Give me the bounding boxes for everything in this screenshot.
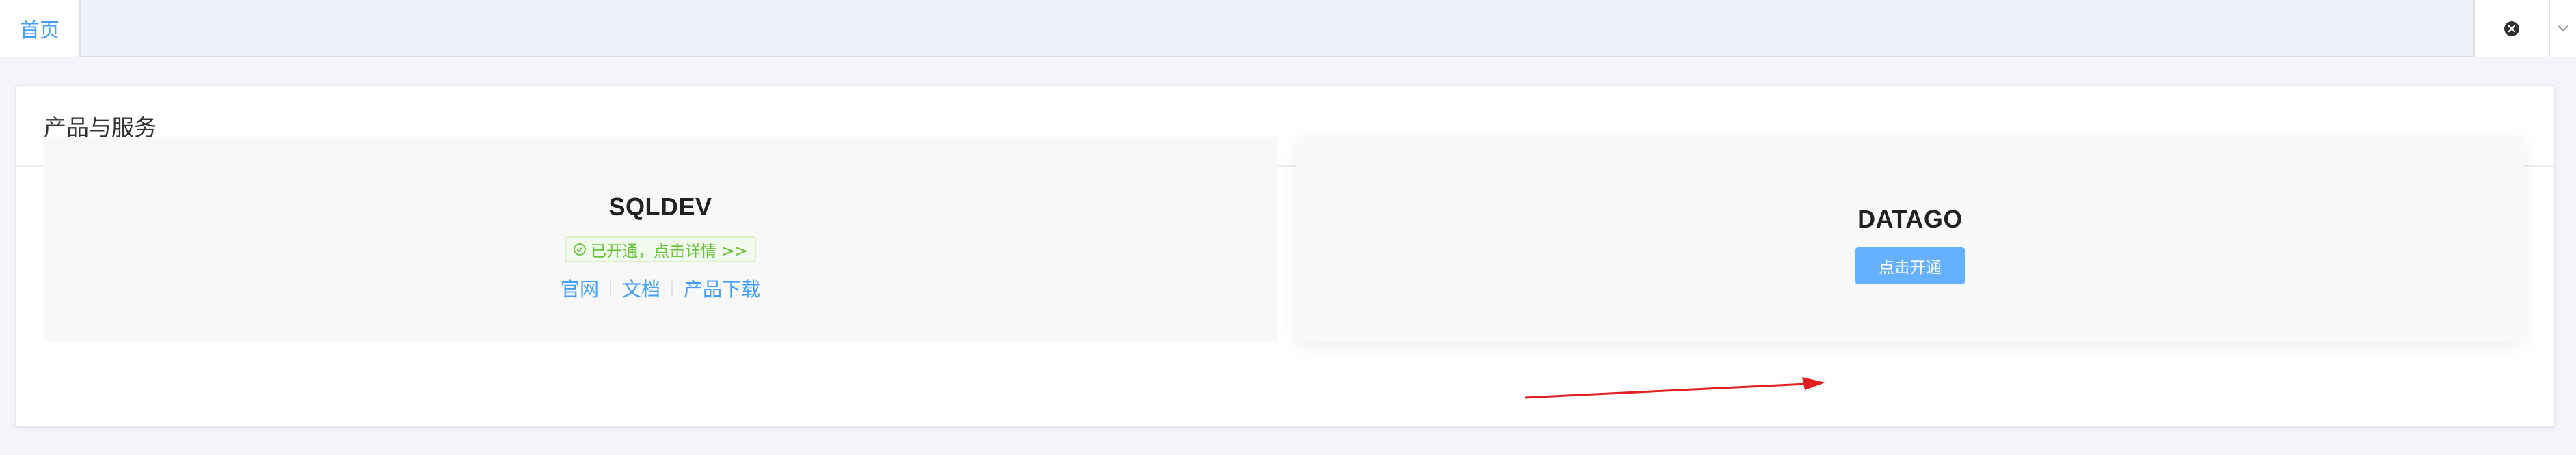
download-link[interactable]: 产品下载: [684, 275, 760, 302]
check-circle-icon: [574, 243, 586, 256]
product-name: DATAGO: [1857, 205, 1963, 233]
annotation-arrow-icon: [1525, 377, 1825, 399]
tab-home-label: 首页: [19, 18, 59, 42]
activate-button[interactable]: 点击开通: [1855, 247, 1965, 284]
status-badge[interactable]: 已开通，点击详情 >>: [565, 236, 756, 262]
link-divider: [671, 281, 673, 296]
tab-home[interactable]: 首页: [0, 0, 81, 57]
official-site-link[interactable]: 官网: [561, 275, 599, 302]
chevron-down-icon: [2558, 25, 2568, 32]
tab-dropdown-button[interactable]: [2549, 0, 2576, 57]
product-panel-datago: DATAGO 点击开通: [1296, 137, 2524, 342]
close-circle-icon: [2504, 21, 2519, 36]
product-panel-sqldev: SQLDEV 已开通，点击详情 >> 官网 文档 产品下载: [44, 137, 1277, 342]
close-tabs-button[interactable]: [2473, 0, 2549, 57]
tab-tools: [2473, 0, 2576, 57]
docs-link[interactable]: 文档: [622, 275, 660, 302]
product-links: 官网 文档 产品下载: [561, 275, 760, 302]
status-text: 已开通，点击详情 >>: [591, 243, 748, 260]
link-divider: [609, 281, 611, 296]
tab-bar: 首页: [0, 0, 2576, 57]
product-name: SQLDEV: [608, 193, 712, 221]
